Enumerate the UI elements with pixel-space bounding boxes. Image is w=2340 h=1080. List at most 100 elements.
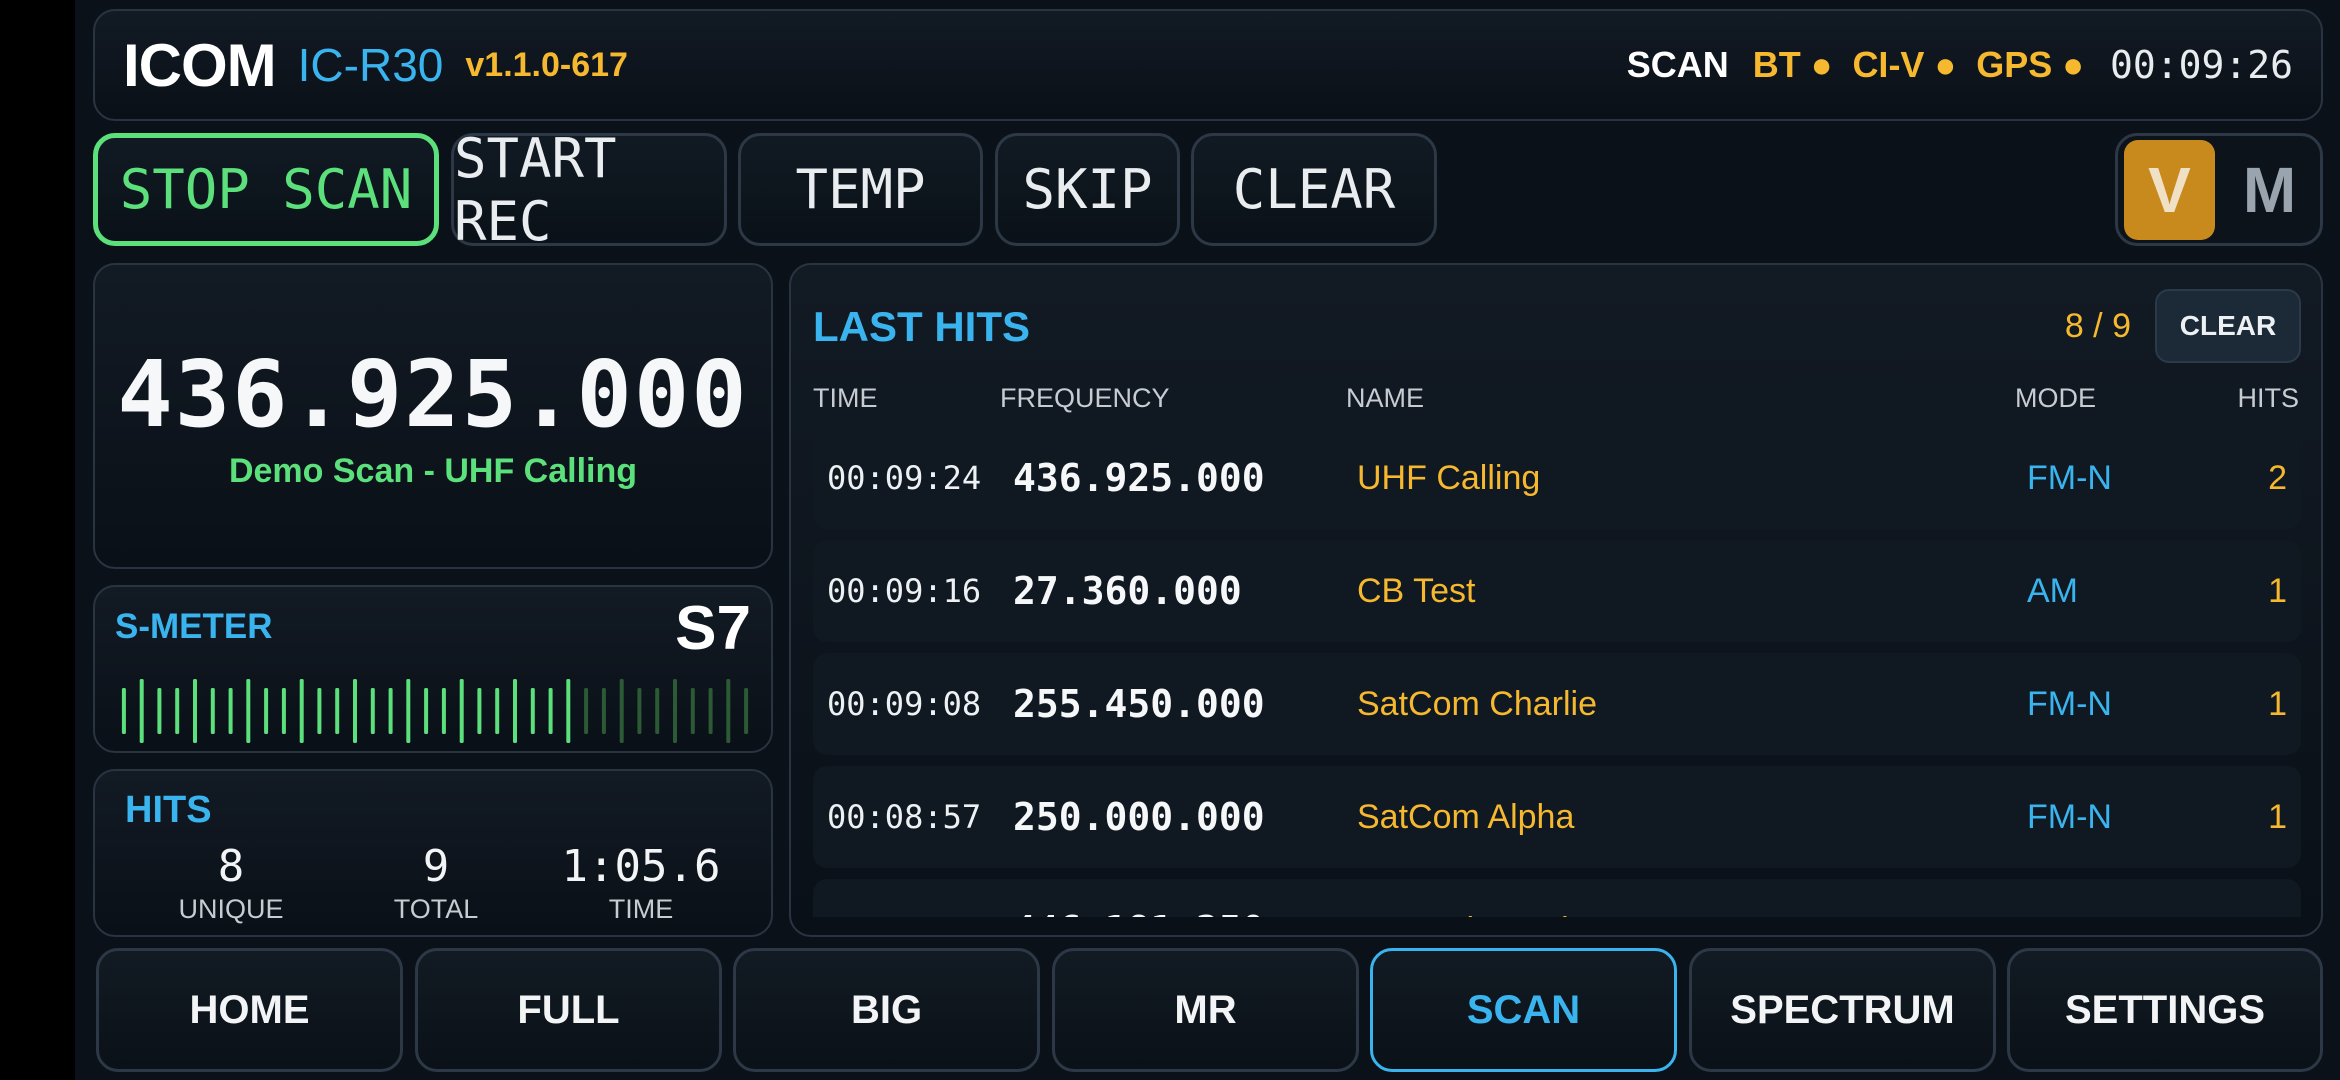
s-meter-segment bbox=[299, 679, 304, 743]
frequency-display: 436.925.000 Demo Scan - UHF Calling bbox=[93, 263, 773, 569]
bt-status: BT ● bbox=[1752, 44, 1833, 85]
nav-full[interactable]: FULL bbox=[415, 948, 722, 1072]
unique-caption: UNIQUE bbox=[178, 894, 284, 924]
hit-mode: FM-N bbox=[2027, 685, 2112, 723]
civ-status: CI-V ● bbox=[1852, 44, 1957, 85]
app-version: v1.1.0-617 bbox=[465, 45, 628, 84]
s-meter-segment bbox=[441, 688, 446, 734]
current-frequency: 436.925.000 bbox=[117, 341, 749, 448]
time-stat: 1:05.6 TIME bbox=[541, 841, 741, 925]
s-meter-segment bbox=[601, 688, 606, 734]
unique-stat: 8 UNIQUE bbox=[131, 841, 331, 925]
clear-button[interactable]: CLEAR bbox=[1191, 133, 1437, 246]
clear-hits-button[interactable]: CLEAR bbox=[2155, 289, 2301, 363]
s-meter-segment bbox=[264, 688, 269, 734]
hit-frequency: 446.181.250 bbox=[1013, 879, 1265, 917]
col-header-frequency: FREQUENCY bbox=[1000, 383, 1170, 413]
hit-time: 00:09:08 bbox=[827, 685, 982, 723]
vfo-mode-button[interactable]: V bbox=[2124, 139, 2215, 240]
hits-list[interactable]: 00:09:24 436.925.000 UHF Calling FM-N 2 … bbox=[813, 427, 2301, 917]
s-meter-segment bbox=[673, 679, 677, 743]
nav-settings[interactable]: SETTINGS bbox=[2007, 948, 2323, 1072]
s-meter-segment bbox=[246, 679, 251, 743]
s-meter-label: S-METER bbox=[115, 607, 273, 646]
s-meter-segment bbox=[637, 688, 642, 734]
radio-model: IC-R30 bbox=[297, 39, 444, 91]
temp-button[interactable]: TEMP bbox=[738, 133, 983, 246]
s-meter-bars bbox=[121, 679, 749, 743]
s-meter-segment bbox=[708, 688, 713, 734]
nav-mr[interactable]: MR bbox=[1052, 948, 1359, 1072]
s-meter-segment bbox=[726, 679, 731, 743]
app-root: ICOM IC-R30 v1.1.0-617 SCAN BT ● CI-V ● … bbox=[75, 0, 2340, 1080]
status-indicators: SCAN BT ● CI-V ● GPS ● 00:09:26 bbox=[1627, 43, 2293, 87]
scan-time: 1:05.6 bbox=[561, 841, 721, 892]
table-row[interactable]: 00:09:24 436.925.000 UHF Calling FM-N 2 bbox=[813, 427, 2301, 529]
s-meter-segment bbox=[513, 679, 517, 743]
s-meter-segment bbox=[370, 688, 375, 734]
s-meter-segment bbox=[584, 688, 589, 734]
s-meter-segment bbox=[353, 679, 357, 743]
hit-frequency: 250.000.000 bbox=[1013, 795, 1265, 839]
s-meter-segment bbox=[548, 688, 553, 734]
mode-indicator: SCAN bbox=[1626, 44, 1729, 85]
total-count: 9 bbox=[422, 841, 450, 892]
s-meter-segment bbox=[121, 688, 126, 734]
gps-status: GPS ● bbox=[1976, 44, 2084, 85]
nav-big[interactable]: BIG bbox=[733, 948, 1040, 1072]
hit-count: 2 bbox=[2268, 459, 2287, 497]
table-row[interactable]: 00:08:48 446.181.250 PMR Channel 15 FM-N… bbox=[813, 879, 2301, 917]
s-meter-segment bbox=[335, 688, 340, 734]
s-meter-segment bbox=[139, 679, 144, 743]
s-meter-segment bbox=[477, 688, 482, 734]
start-rec-button[interactable]: START REC bbox=[451, 127, 727, 253]
hit-count: 1 bbox=[2268, 685, 2287, 723]
hit-frequency: 27.360.000 bbox=[1013, 569, 1242, 613]
hit-mode: FM-N bbox=[2027, 459, 2112, 497]
hit-name: SatCom Alpha bbox=[1357, 798, 1575, 836]
nav-home[interactable]: HOME bbox=[96, 948, 403, 1072]
hit-name: SatCom Charlie bbox=[1357, 685, 1597, 723]
col-header-time: TIME bbox=[813, 383, 878, 413]
hit-mode: FM-N bbox=[2027, 798, 2112, 836]
hit-time: 00:08:48 bbox=[827, 879, 981, 917]
hit-count: 1 bbox=[2268, 572, 2287, 610]
s-meter-segment bbox=[157, 688, 162, 734]
time-caption: TIME bbox=[608, 894, 674, 924]
total-caption: TOTAL bbox=[393, 894, 479, 924]
table-row[interactable]: 00:09:08 255.450.000 SatCom Charlie FM-N… bbox=[813, 653, 2301, 755]
brand-logo: ICOM bbox=[123, 31, 277, 99]
hit-count: 1 bbox=[2268, 798, 2287, 836]
hit-mode: AM bbox=[2027, 572, 2078, 610]
nav-scan[interactable]: SCAN bbox=[1370, 948, 1677, 1072]
hit-frequency: 436.925.000 bbox=[1013, 456, 1265, 500]
memory-mode-button[interactable]: M bbox=[2225, 140, 2314, 240]
s-meter-panel: S-METER S7 bbox=[93, 585, 773, 753]
table-row[interactable]: 00:09:16 27.360.000 CB Test AM 1 bbox=[813, 540, 2301, 642]
last-hits-panel: LAST HITS 8 / 9 CLEAR TIME FREQUENCY NAM… bbox=[789, 263, 2323, 937]
s-meter-segment bbox=[388, 688, 393, 734]
s-meter-segment bbox=[619, 679, 624, 743]
hit-frequency: 255.450.000 bbox=[1013, 682, 1265, 726]
s-meter-segment bbox=[744, 688, 749, 734]
s-meter-segment bbox=[406, 679, 411, 743]
table-row[interactable]: 00:08:57 250.000.000 SatCom Alpha FM-N 1 bbox=[813, 766, 2301, 868]
s-meter-value: S7 bbox=[675, 594, 751, 663]
s-meter-segment bbox=[228, 688, 233, 734]
col-header-mode: MODE bbox=[2015, 383, 2096, 413]
nav-spectrum[interactable]: SPECTRUM bbox=[1689, 948, 1996, 1072]
header-bar: ICOM IC-R30 v1.1.0-617 SCAN BT ● CI-V ● … bbox=[93, 9, 2323, 121]
s-meter-segment bbox=[530, 688, 535, 734]
total-stat: 9 TOTAL bbox=[336, 841, 536, 925]
clock: 00:09:26 bbox=[2109, 43, 2293, 87]
stop-scan-button[interactable]: STOP SCAN bbox=[93, 133, 439, 246]
hits-stats-panel: HITS 8 UNIQUE 9 TOTAL 1:05.6 TIME bbox=[93, 769, 773, 937]
unique-count: 8 bbox=[217, 841, 245, 892]
skip-button[interactable]: SKIP bbox=[995, 133, 1180, 246]
hit-time: 00:08:57 bbox=[827, 798, 982, 836]
vfo-memory-toggle: V M bbox=[2115, 133, 2323, 246]
s-meter-segment bbox=[210, 688, 215, 734]
s-meter-segment bbox=[317, 688, 322, 734]
s-meter-segment bbox=[566, 679, 571, 743]
s-meter-segment bbox=[193, 679, 197, 743]
